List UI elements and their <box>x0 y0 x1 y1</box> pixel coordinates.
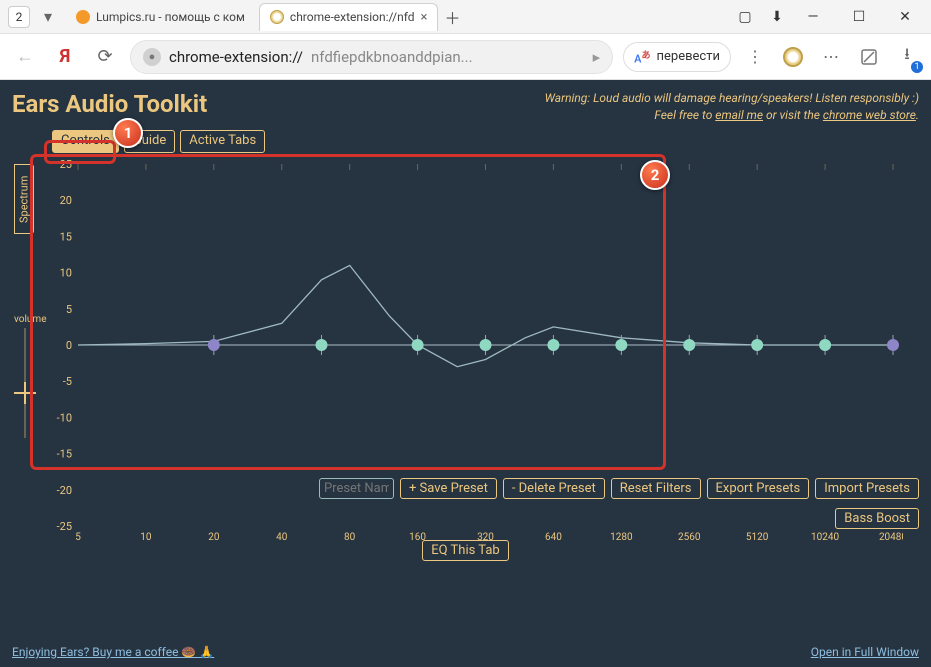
warn2b: or visit the <box>763 108 823 122</box>
buy-coffee-link[interactable]: Enjoying Ears? Buy me a coffee 🍩 🙏 <box>12 645 214 659</box>
browser-toolbar: ← Я ⟳ ● chrome-extension:// nfdfiepdkbnoa… <box>0 34 931 80</box>
browser-tabstrip: 2 ▾ Lumpics.ru - помощь с ком chrome-ext… <box>0 0 931 34</box>
svg-text:20: 20 <box>60 194 72 207</box>
downloads-button[interactable]: ⭳1 <box>893 43 921 71</box>
translate-chip[interactable]: Aあ перевести <box>623 42 731 72</box>
svg-text:15: 15 <box>60 230 72 243</box>
extension-ears-icon[interactable] <box>779 43 807 71</box>
svg-text:10: 10 <box>60 267 72 280</box>
url-rest: nfdfiepdkbnoanddpian... <box>311 48 473 66</box>
browser-tab-0[interactable]: Lumpics.ru - помощь с ком <box>66 3 255 31</box>
volume-handle[interactable] <box>18 386 32 400</box>
window-minimize[interactable]: — <box>793 1 833 33</box>
export-presets-button[interactable]: Export Presets <box>707 478 810 499</box>
store-link[interactable]: chrome web store <box>823 108 916 122</box>
svg-text:5: 5 <box>66 303 72 316</box>
window-close[interactable]: ✕ <box>885 1 925 33</box>
import-presets-button[interactable]: Import Presets <box>815 478 919 499</box>
callout-1: 1 <box>113 118 143 148</box>
overflow-menu[interactable]: ⋯ <box>817 43 845 71</box>
warn2a: Feel free to <box>654 108 715 122</box>
translate-icon: Aあ <box>634 48 650 66</box>
footer: Enjoying Ears? Buy me a coffee 🍩 🙏 Open … <box>12 645 919 659</box>
tab-title: Lumpics.ru - помощь с ком <box>96 10 245 24</box>
volume-label: volume <box>14 314 47 325</box>
url-protocol: chrome-extension:// <box>169 48 303 66</box>
spectrum-toggle[interactable]: Spectrum <box>14 164 34 234</box>
preset-name-input[interactable] <box>319 478 394 499</box>
tab-counter-chevron[interactable]: ▾ <box>34 3 62 31</box>
site-lock-icon: ● <box>143 48 161 66</box>
tab-active-tabs[interactable]: Active Tabs <box>180 130 265 153</box>
block-icon[interactable] <box>855 43 883 71</box>
warning-line1: Warning: Loud audio will damage hearing/… <box>545 90 919 107</box>
tab-controls[interactable]: Controls <box>52 130 119 153</box>
reload-button[interactable]: ⟳ <box>90 42 120 72</box>
section-tabs: Controls Guide Active Tabs <box>52 130 265 153</box>
svg-text:-5: -5 <box>63 375 72 388</box>
close-icon[interactable]: × <box>421 10 428 25</box>
tab-favicon <box>76 10 90 24</box>
download-badge: 1 <box>911 61 923 73</box>
warn2c: . <box>916 108 919 122</box>
svg-text:-10: -10 <box>57 411 72 424</box>
svg-text:25: 25 <box>60 158 72 171</box>
new-tab-button[interactable]: ＋ <box>442 7 462 27</box>
warning-block: Warning: Loud audio will damage hearing/… <box>545 90 919 124</box>
app-title: Ears Audio Toolkit <box>12 90 207 118</box>
save-preset-button[interactable]: + Save Preset <box>400 478 497 499</box>
eq-this-tab-button[interactable]: EQ This Tab <box>422 540 508 561</box>
delete-preset-button[interactable]: - Delete Preset <box>503 478 605 499</box>
tab-favicon <box>270 10 284 24</box>
bookmark-icon[interactable]: ▸ <box>593 48 601 66</box>
window-maximize[interactable]: ☐ <box>839 1 879 33</box>
tab-counter[interactable]: 2 <box>8 6 30 28</box>
callout-2: 2 <box>640 160 670 190</box>
bass-boost-button[interactable]: Bass Boost <box>835 508 919 529</box>
tab-title: chrome-extension://nfd <box>290 10 415 24</box>
translate-label: перевести <box>657 49 720 64</box>
reset-filters-button[interactable]: Reset Filters <box>611 478 701 499</box>
page-body: Ears Audio Toolkit Warning: Loud audio w… <box>0 80 931 667</box>
more-menu[interactable]: ⋮ <box>741 43 769 71</box>
svg-text:0: 0 <box>66 339 72 352</box>
svg-text:-15: -15 <box>57 448 72 461</box>
back-button[interactable]: ← <box>10 42 40 72</box>
browser-tab-1[interactable]: chrome-extension://nfd × <box>259 3 439 31</box>
yandex-home[interactable]: Я <box>50 42 80 72</box>
bookmark-bar-icon[interactable]: ▢ <box>729 1 761 33</box>
open-full-window-link[interactable]: Open in Full Window <box>811 645 919 659</box>
download-icon[interactable]: ⬇ <box>761 1 793 33</box>
email-link[interactable]: email me <box>715 108 763 122</box>
address-bar[interactable]: ● chrome-extension:// nfdfiepdkbnoanddpia… <box>130 40 613 74</box>
